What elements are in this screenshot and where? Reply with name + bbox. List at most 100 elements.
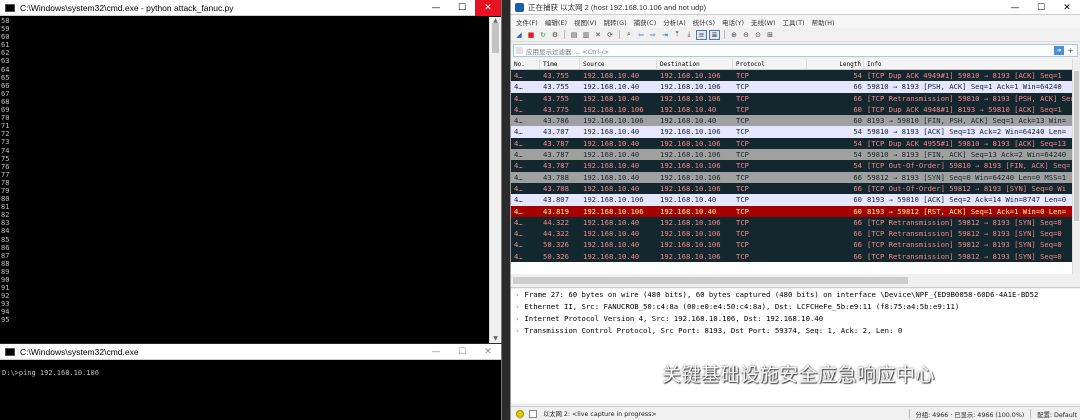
table-row[interactable]: 4… 44.322 192.168.10.40 192.168.10.106 TCP 66… bbox=[511, 216, 1073, 229]
menu-item-7[interactable]: 电话(Y) bbox=[722, 17, 744, 27]
go-to-packet-icon[interactable]: ⇥ bbox=[660, 30, 670, 40]
cmd2-titlebar[interactable]: C:\Windows\system32\cmd.exe — ☐ ✕ bbox=[0, 344, 501, 360]
scrollbar-thumb[interactable] bbox=[492, 23, 499, 53]
table-row[interactable]: 4… 43.787 192.168.10.40 192.168.10.106 TCP 54… bbox=[511, 137, 1073, 150]
first-packet-icon[interactable]: ⤒ bbox=[672, 30, 682, 40]
menu-item-6[interactable]: 统计(S) bbox=[693, 17, 715, 27]
column-header-col-protocol[interactable]: Protocol bbox=[733, 59, 807, 69]
packet-list[interactable]: No. Time Source Destination Protocol Length In… bbox=[511, 59, 1073, 274]
autoscroll-icon[interactable]: ≡ bbox=[696, 29, 707, 40]
column-header-col-destination[interactable]: Destination bbox=[657, 59, 733, 69]
stop-capture-icon[interactable]: ■ bbox=[526, 30, 536, 40]
expand-chevron-icon[interactable]: › bbox=[515, 290, 519, 299]
table-row[interactable]: 4… 43.787 192.168.10.40 192.168.10.106 TCP 54… bbox=[511, 126, 1073, 138]
colorize-icon[interactable]: ≣ bbox=[709, 29, 720, 40]
minimize-button[interactable]: — bbox=[1002, 0, 1028, 16]
column-header-col-length[interactable]: Length bbox=[807, 59, 864, 69]
display-filter-bar[interactable]: 应用显示过滤器 … <Ctrl-/> ➜ + bbox=[513, 44, 1078, 57]
cmd-titlebar[interactable]: C:\Windows\system32\cmd.exe - python att… bbox=[0, 0, 501, 16]
close-button[interactable]: ✕ bbox=[475, 344, 501, 360]
expert-info-icon[interactable] bbox=[529, 409, 537, 418]
scroll-down-icon[interactable]: ▼ bbox=[490, 335, 501, 343]
expand-chevron-icon[interactable]: › bbox=[515, 326, 519, 335]
save-file-icon[interactable]: ▥ bbox=[581, 30, 591, 40]
last-packet-icon[interactable]: ⤓ bbox=[684, 30, 694, 40]
packet-list-hscroll[interactable] bbox=[511, 274, 1080, 288]
packet-cell-dst: 192.168.10.40 bbox=[660, 195, 717, 205]
detail-tree-item[interactable]: › Frame 27: 60 bytes on wire (480 bits), … bbox=[511, 289, 1080, 301]
start-capture-icon[interactable]: ◢ bbox=[514, 30, 524, 40]
minimize-button[interactable]: — bbox=[423, 0, 449, 16]
table-row[interactable]: 4… 43.788 192.168.10.40 192.168.10.106 TCP 66… bbox=[511, 182, 1073, 195]
zoom-in-icon[interactable]: ⊕ bbox=[729, 30, 739, 40]
table-row[interactable]: 4… 43.786 192.168.10.106 192.168.10.40 TCP 60… bbox=[511, 115, 1073, 127]
table-row[interactable]: 4… 43.787 192.168.10.40 192.168.10.106 TCP 54… bbox=[511, 149, 1073, 161]
scrollbar-thumb[interactable] bbox=[1074, 71, 1079, 221]
open-file-icon[interactable]: ▤ bbox=[569, 30, 579, 40]
cmd-window-attack[interactable]: C:\Windows\system32\cmd.exe - python att… bbox=[0, 0, 502, 343]
packet-cell-info: 8193 → 59810 [FIN, PSH, ACK] Seq=1 Ack=1… bbox=[867, 116, 1067, 126]
menu-item-3[interactable]: 跳转(G) bbox=[604, 17, 627, 27]
bookmark-icon[interactable] bbox=[516, 47, 523, 54]
minimize-button[interactable]: — bbox=[423, 344, 449, 360]
cmd-scrollbar[interactable]: ▲ ▼ bbox=[489, 17, 501, 343]
table-row[interactable]: 4… 43.755 192.168.10.40 192.168.10.106 TCP 54… bbox=[511, 70, 1073, 82]
status-profile[interactable]: 配置: Default bbox=[1037, 410, 1077, 419]
close-button[interactable]: ✕ bbox=[1054, 0, 1080, 16]
column-header-col-time[interactable]: Time bbox=[540, 59, 580, 69]
column-header-col-no[interactable]: No. bbox=[511, 59, 540, 69]
menu-item-0[interactable]: 文件(F) bbox=[516, 17, 538, 27]
expand-chevron-icon[interactable]: › bbox=[515, 302, 519, 311]
cmd-window-ping[interactable]: C:\Windows\system32\cmd.exe — ☐ ✕ D:\>pi… bbox=[0, 344, 502, 420]
menu-item-4[interactable]: 捕获(C) bbox=[634, 17, 657, 27]
detail-tree-item[interactable]: › Ethernet II, Src: FANUCROB_50:c4:8a (00… bbox=[511, 301, 1080, 313]
maximize-button[interactable]: ☐ bbox=[449, 0, 475, 16]
maximize-button[interactable]: ☐ bbox=[1028, 0, 1054, 16]
display-filter-input[interactable]: 应用显示过滤器 … <Ctrl-/> bbox=[526, 46, 609, 56]
table-row[interactable]: 4… 43.787 192.168.10.40 192.168.10.106 TCP 54… bbox=[511, 160, 1073, 172]
maximize-button[interactable]: ☐ bbox=[449, 344, 475, 360]
close-file-icon[interactable]: ✕ bbox=[593, 30, 603, 40]
detail-tree-item[interactable]: › Internet Protocol Version 4, Src: 192.1… bbox=[511, 313, 1080, 325]
menu-item-1[interactable]: 编辑(E) bbox=[545, 17, 567, 27]
hscrollbar-thumb[interactable] bbox=[513, 277, 908, 284]
menu-item-5[interactable]: 分析(A) bbox=[663, 17, 686, 27]
packet-cell-info: 59810 → 8193 [FIN, ACK] Seq=13 Ack=2 Win… bbox=[867, 150, 1067, 160]
add-filter-button-icon[interactable]: + bbox=[1066, 46, 1075, 55]
restart-capture-icon[interactable]: ↻ bbox=[538, 30, 548, 40]
table-row[interactable]: 4… 43.788 192.168.10.40 192.168.10.106 TCP 66… bbox=[511, 171, 1073, 183]
packet-list-header[interactable]: No. Time Source Destination Protocol Length In… bbox=[511, 59, 1073, 70]
table-row[interactable]: 4… 50.326 192.168.10.40 192.168.10.106 TCP 66… bbox=[511, 250, 1073, 263]
table-row[interactable]: 4… 43.819 192.168.10.106 192.168.10.40 TCP 60… bbox=[511, 205, 1073, 217]
menu-item-10[interactable]: 帮助(H) bbox=[812, 17, 835, 27]
zoom-out-icon[interactable]: ⊖ bbox=[741, 30, 751, 40]
zoom-reset-icon[interactable]: ⊙ bbox=[753, 30, 763, 40]
capture-options-icon[interactable]: ⚙ bbox=[550, 30, 560, 40]
wireshark-titlebar[interactable]: 正在捕获 以太网 2 (host 192.168.10.106 and not … bbox=[511, 0, 1080, 15]
table-row[interactable]: 4… 50.326 192.168.10.40 192.168.10.106 TCP 66… bbox=[511, 239, 1073, 251]
go-back-icon[interactable]: ⇦ bbox=[636, 30, 646, 40]
reload-file-icon[interactable]: ⟳ bbox=[605, 30, 615, 40]
table-row[interactable]: 4… 43.807 192.168.10.106 192.168.10.40 TCP 60… bbox=[511, 194, 1073, 206]
go-forward-icon[interactable]: ⇨ bbox=[648, 30, 658, 40]
find-packet-icon[interactable]: ⌕ bbox=[624, 30, 634, 40]
packet-list-scrollbar[interactable] bbox=[1072, 59, 1080, 274]
menu-item-9[interactable]: 工具(T) bbox=[783, 17, 805, 27]
apply-filter-arrow-icon[interactable]: ➜ bbox=[1054, 46, 1064, 55]
table-row[interactable]: 4… 44.322 192.168.10.40 192.168.10.106 TCP 66… bbox=[511, 228, 1073, 240]
wireshark-window[interactable]: 正在捕获 以太网 2 (host 192.168.10.106 and not … bbox=[510, 0, 1080, 420]
detail-tree-item[interactable]: › Transmission Control Protocol, Src Port… bbox=[511, 325, 1080, 337]
packet-list-rows[interactable]: 4… 43.755 192.168.10.40 192.168.10.106 TCP 54… bbox=[511, 70, 1073, 263]
expand-chevron-icon[interactable]: › bbox=[515, 314, 519, 323]
close-button[interactable]: ✕ bbox=[475, 0, 501, 16]
menu-item-2[interactable]: 视图(V) bbox=[574, 17, 597, 27]
table-row[interactable]: 4… 43.755 192.168.10.40 192.168.10.106 TCP 66… bbox=[511, 92, 1073, 104]
column-header-col-source[interactable]: Source bbox=[580, 59, 657, 69]
capture-status-icon[interactable] bbox=[516, 409, 524, 418]
column-header-col-info[interactable]: Info bbox=[864, 59, 1073, 69]
cmd2-prompt[interactable]: D:\>ping 192.168.10.106 bbox=[2, 369, 99, 377]
resize-columns-icon[interactable]: ⊞ bbox=[765, 30, 775, 40]
menu-item-8[interactable]: 无线(W) bbox=[751, 17, 776, 27]
table-row[interactable]: 4… 43.755 192.168.10.40 192.168.10.106 TCP 66… bbox=[511, 81, 1073, 93]
table-row[interactable]: 4… 43.775 192.168.10.106 192.168.10.40 TCP 60… bbox=[511, 103, 1073, 116]
